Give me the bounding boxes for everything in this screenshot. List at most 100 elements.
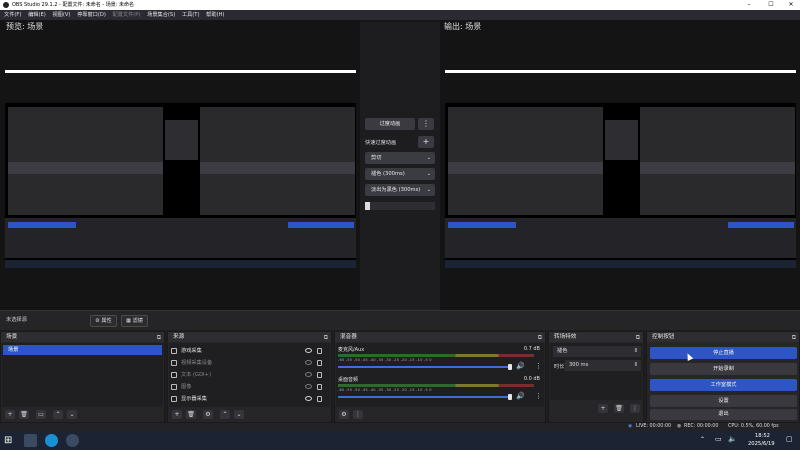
record-icon: ● xyxy=(677,424,682,429)
menu-edit[interactable]: 编辑(E) xyxy=(28,10,46,20)
undock-icon[interactable]: ⧉ xyxy=(538,333,542,343)
tbar-handle[interactable] xyxy=(365,202,370,210)
channel-menu-icon[interactable]: ⋮ xyxy=(535,362,542,370)
cpu-fps: CPU: 0.5%, 60.00 fps xyxy=(728,424,779,429)
preview-monitor[interactable] xyxy=(5,70,356,268)
speaker-icon[interactable]: 🔊 xyxy=(516,362,525,370)
duration-input[interactable]: 300 ms ⇕ xyxy=(565,360,641,371)
maximize-button[interactable]: ☐ xyxy=(764,0,778,10)
menu-docks[interactable]: 停靠窗口(D) xyxy=(77,10,106,20)
mixer-menu-icon[interactable]: ⋮ xyxy=(353,410,363,419)
close-button[interactable]: ✕ xyxy=(784,0,798,10)
move-up-icon[interactable]: ⌃ xyxy=(53,410,63,419)
lock-icon[interactable] xyxy=(317,360,322,366)
menu-scene-collection[interactable]: 场景集合(S) xyxy=(147,10,175,20)
lock-icon[interactable] xyxy=(317,384,322,390)
settings-button[interactable]: 设置 xyxy=(650,395,797,407)
scene-transitions-dock: 转场特效 ⧉ 褪色 ⇕ 时长 300 ms ⇕ + 🗑 ⋮ xyxy=(548,331,644,423)
volume-slider-knob[interactable] xyxy=(508,364,512,370)
transition-button[interactable]: 过度动画 xyxy=(365,118,415,130)
studio-mode-button[interactable]: 工作室模式 xyxy=(650,379,797,391)
volume-icon[interactable]: 🔈 xyxy=(728,435,737,443)
scenes-dock: 场景 ⧉ 场景 + 🗑 ▭ ⌃ ⌄ xyxy=(0,331,165,423)
mixer-dock-title: 混音器 ⧉ xyxy=(335,332,545,342)
trash-icon[interactable]: 🗑 xyxy=(186,410,196,419)
properties-button[interactable]: ⚙ 属性 xyxy=(90,315,117,327)
transition-more-button[interactable]: ⋮ xyxy=(418,118,434,130)
text-icon xyxy=(171,372,177,378)
move-down-icon[interactable]: ⌄ xyxy=(234,410,244,419)
quick-fade-button[interactable]: 褪色 (300ms) ⌄ xyxy=(365,168,435,180)
scene-filters-icon[interactable]: ▭ xyxy=(36,410,46,419)
quick-fade-black-button[interactable]: 淡出为黑色 (300ms) ⌄ xyxy=(365,184,435,196)
windows-start-icon[interactable]: ⊞ xyxy=(4,434,17,447)
volume-slider[interactable] xyxy=(338,366,510,368)
image-icon xyxy=(171,384,177,390)
move-down-icon[interactable]: ⌄ xyxy=(67,410,77,419)
obs-window: OBS Studio 29.1.2 - 配置文件: 未命名 - 场景: 未命名 … xyxy=(0,0,800,450)
source-item[interactable]: 游戏采集 xyxy=(169,345,330,357)
lock-icon[interactable] xyxy=(317,348,322,354)
undock-icon[interactable]: ⧉ xyxy=(157,333,161,343)
menu-tools[interactable]: 工具(T) xyxy=(182,10,200,20)
lock-icon[interactable] xyxy=(317,372,322,378)
menu-help[interactable]: 帮助(H) xyxy=(206,10,224,20)
eye-icon[interactable] xyxy=(305,348,312,353)
notification-icon[interactable]: ▢ xyxy=(786,435,793,443)
menu-file[interactable]: 文件(F) xyxy=(4,10,21,20)
eye-hidden-icon[interactable] xyxy=(305,384,312,389)
undock-icon[interactable]: ⧉ xyxy=(324,333,328,343)
eye-hidden-icon[interactable] xyxy=(305,360,312,365)
minimize-button[interactable]: – xyxy=(742,0,756,10)
task-view-icon[interactable] xyxy=(24,434,37,447)
transition-select[interactable]: 褪色 ⇕ xyxy=(553,346,641,357)
menu-bar: 文件(F) 编辑(E) 视图(V) 停靠窗口(D) 配置文件(P) 场景集合(S… xyxy=(0,10,800,20)
source-item[interactable]: 视频采集设备 xyxy=(169,357,330,369)
undock-icon[interactable]: ⧉ xyxy=(636,333,640,343)
scene-item[interactable]: 场景 xyxy=(3,345,162,355)
status-bar: ◉ LIVE: 00:00:00 ● REC: 00:00:00 CPU: 0.… xyxy=(0,423,800,431)
lock-icon[interactable] xyxy=(317,396,322,402)
eye-hidden-icon[interactable] xyxy=(305,372,312,377)
stop-streaming-button[interactable]: 停止直播 xyxy=(650,347,797,359)
menu-profile[interactable]: 配置文件(P) xyxy=(113,10,141,20)
advanced-audio-icon[interactable]: ⚙ xyxy=(339,410,349,419)
stream-icon: ◉ xyxy=(628,424,633,429)
source-item[interactable]: 文本 (GDI+) xyxy=(169,369,330,381)
add-scene-button[interactable]: + xyxy=(5,410,15,419)
quick-cut-button[interactable]: 剪切 ⌄ xyxy=(365,152,435,164)
volume-slider-knob[interactable] xyxy=(508,394,512,400)
start-recording-button[interactable]: 开始录制 xyxy=(650,363,797,375)
obs-taskbar-icon[interactable] xyxy=(66,434,79,447)
network-icon[interactable]: ▭ xyxy=(715,435,722,443)
add-quick-transition-button[interactable]: + xyxy=(418,136,434,148)
move-up-icon[interactable]: ⌃ xyxy=(220,410,230,419)
rec-time: REC: 00:00:00 xyxy=(684,424,719,429)
add-source-button[interactable]: + xyxy=(172,410,182,419)
eye-icon[interactable] xyxy=(305,396,312,401)
tbar-slider[interactable] xyxy=(365,202,435,210)
transitions-body: 褪色 ⇕ 时长 300 ms ⇕ xyxy=(550,343,642,407)
undock-icon[interactable]: ⧉ xyxy=(792,333,796,343)
edge-browser-icon[interactable] xyxy=(45,434,58,447)
sources-dock: 来源 ⧉ 游戏采集 视频采集设备 文本 (GDI+) 图像 显示器采集 + 🗑 ⚙… xyxy=(167,331,332,423)
tray-chevron-icon[interactable]: ⌃ xyxy=(700,436,705,443)
source-item[interactable]: 图像 xyxy=(169,381,330,393)
transition-menu-icon[interactable]: ⋮ xyxy=(630,404,640,413)
filters-button[interactable]: ▦ 滤镜 xyxy=(121,315,148,327)
filter-icon: ▦ xyxy=(126,318,131,324)
gear-icon[interactable]: ⚙ xyxy=(203,410,213,419)
chevron-down-icon: ⌄ xyxy=(426,155,431,161)
channel-menu-icon[interactable]: ⋮ xyxy=(535,392,542,400)
trash-icon[interactable]: 🗑 xyxy=(19,410,29,419)
transitions-dock-title: 转场特效 ⧉ xyxy=(549,332,643,342)
add-transition-button[interactable]: + xyxy=(598,404,608,413)
trash-icon[interactable]: 🗑 xyxy=(614,404,624,413)
menu-view[interactable]: 视图(V) xyxy=(52,10,70,20)
chevron-down-icon: ⌄ xyxy=(426,187,431,193)
speaker-icon[interactable]: 🔊 xyxy=(516,392,525,400)
channel-db: 0.7 dB xyxy=(523,346,540,352)
volume-slider[interactable] xyxy=(338,396,510,398)
source-item[interactable]: 显示器采集 xyxy=(169,393,330,405)
exit-button[interactable]: 退出 xyxy=(650,409,797,420)
